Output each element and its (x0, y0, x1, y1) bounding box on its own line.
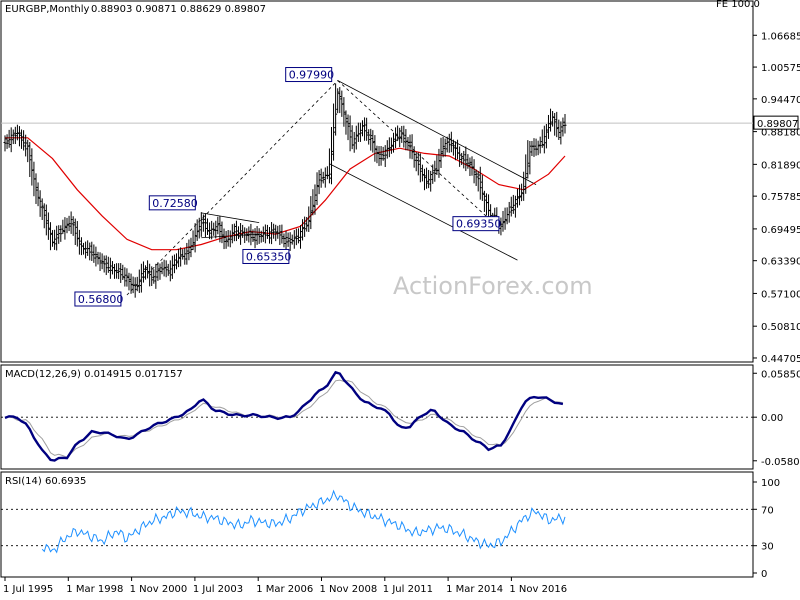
annotation-label: 0.72580 (152, 197, 198, 210)
rsi-y-tick-label: 100 (761, 478, 780, 489)
annotation-0.72580: 0.72580 (148, 195, 198, 211)
price-y-tick-label: 0.75785 (761, 192, 800, 203)
x-tick-label: 1 Mar 2014 (446, 584, 503, 595)
price-y-tick-label: 0.44705 (761, 354, 800, 365)
rsi-y-ticks: 100 70 30 0 (753, 478, 780, 580)
x-tick-label: 1 Jul 1995 (3, 584, 53, 595)
x-tick-label: 1 Jul 2003 (193, 584, 243, 595)
annotation-0.56800: 0.56800 (74, 291, 124, 307)
rsi-title: RSI(14) 60.6935 (5, 476, 86, 487)
price-y-tick-label: 0.50810 (761, 322, 800, 333)
watermark: ActionForex.com (393, 272, 593, 300)
x-tick-label: 1 Nov 2008 (320, 584, 378, 595)
annotation-label: 0.69350 (456, 218, 502, 231)
price-y-tick-label: 0.63390 (761, 257, 800, 268)
x-tick-label: 1 Nov 2016 (509, 584, 567, 595)
price-y-tick-label: 0.69495 (761, 225, 800, 236)
x-tick-label: 1 Jul 2011 (383, 584, 433, 595)
x-axis-ticks: 1 Jul 1995 1 Mar 1998 1 Nov 2000 1 Jul 2003… (3, 577, 567, 595)
eurgbp-chart: ActionForex.com 0.97990 0.72580 0.65350 0.5… (0, 0, 800, 595)
annotation-label: 0.97990 (289, 69, 335, 82)
price-y-tick-label: 0.57100 (761, 289, 800, 300)
x-tick-label: 1 Mar 1998 (66, 584, 123, 595)
annotation-0.97990: 0.97990 (285, 67, 335, 83)
macd-y-tick-label: 0.058502 (761, 369, 800, 380)
current-price-label: 0.89807 (757, 119, 798, 130)
price-y-tick-label: 1.06685 (761, 31, 800, 42)
rsi-y-tick-label: 30 (761, 542, 774, 553)
rsi-y-tick-label: 0 (761, 569, 767, 580)
price-header-symbol: EURGBP,Monthly (5, 4, 90, 15)
rsi-y-tick-label: 70 (761, 505, 774, 516)
price-y-tick-label: 1.00575 (761, 63, 800, 74)
x-tick-label: 1 Mar 2006 (256, 584, 313, 595)
price-panel (0, 0, 754, 363)
corner-label: FE 100.0 (716, 0, 760, 10)
annotation-label: 0.56800 (78, 293, 124, 306)
annotation-0.65350: 0.65350 (242, 248, 292, 264)
x-tick-label: 1 Nov 2000 (130, 584, 188, 595)
price-y-ticks: 1.066851.005750.944700.881800.818900.757… (753, 31, 800, 365)
price-header-ohlc: 0.88903 0.90871 0.88629 0.89807 (91, 4, 266, 15)
macd-y-ticks: 0.058502 0.00 -0.058054 (753, 369, 800, 468)
rsi-panel (0, 471, 754, 578)
annotation-0.69350: 0.69350 (452, 216, 502, 232)
macd-y-tick-label: -0.058054 (761, 457, 800, 468)
annotation-label: 0.65350 (246, 250, 292, 263)
price-y-tick-label: 0.94470 (761, 95, 800, 106)
price-y-tick-label: 0.81890 (761, 160, 800, 171)
macd-y-tick-label: 0.00 (761, 413, 783, 424)
macd-title: MACD(12,26,9) 0.014915 0.017157 (5, 369, 183, 380)
